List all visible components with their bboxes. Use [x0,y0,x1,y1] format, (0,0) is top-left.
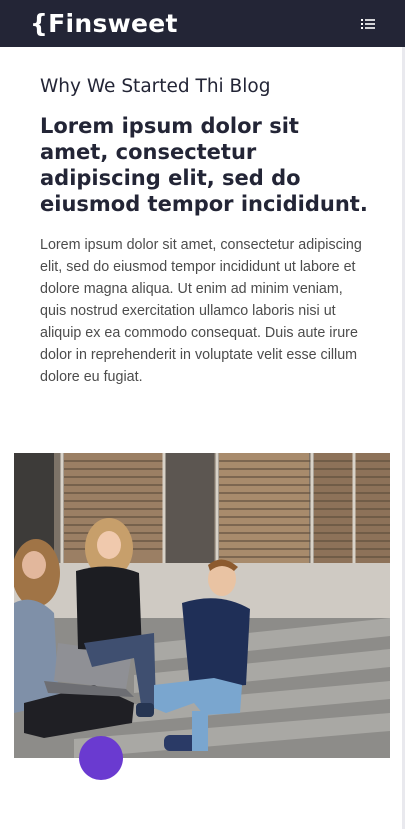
finsweet-logo[interactable]: {Finsweet [30,11,178,36]
about-section: Why We Started Thi Blog Lorem ipsum dolo… [40,76,370,389]
menu-button[interactable] [361,18,375,30]
list-menu-icon [361,18,375,29]
team-photo-illustration [14,453,390,758]
decorative-accent-circle [79,736,123,780]
section-body-text: Lorem ipsum dolor sit amet, consectetur … [40,236,362,386]
navbar: {Finsweet [0,0,405,47]
section-headline: Lorem ipsum dolor sit amet, consectetur … [40,114,368,216]
team-photo [14,453,390,758]
section-eyebrow: Why We Started Thi Blog [40,76,271,97]
